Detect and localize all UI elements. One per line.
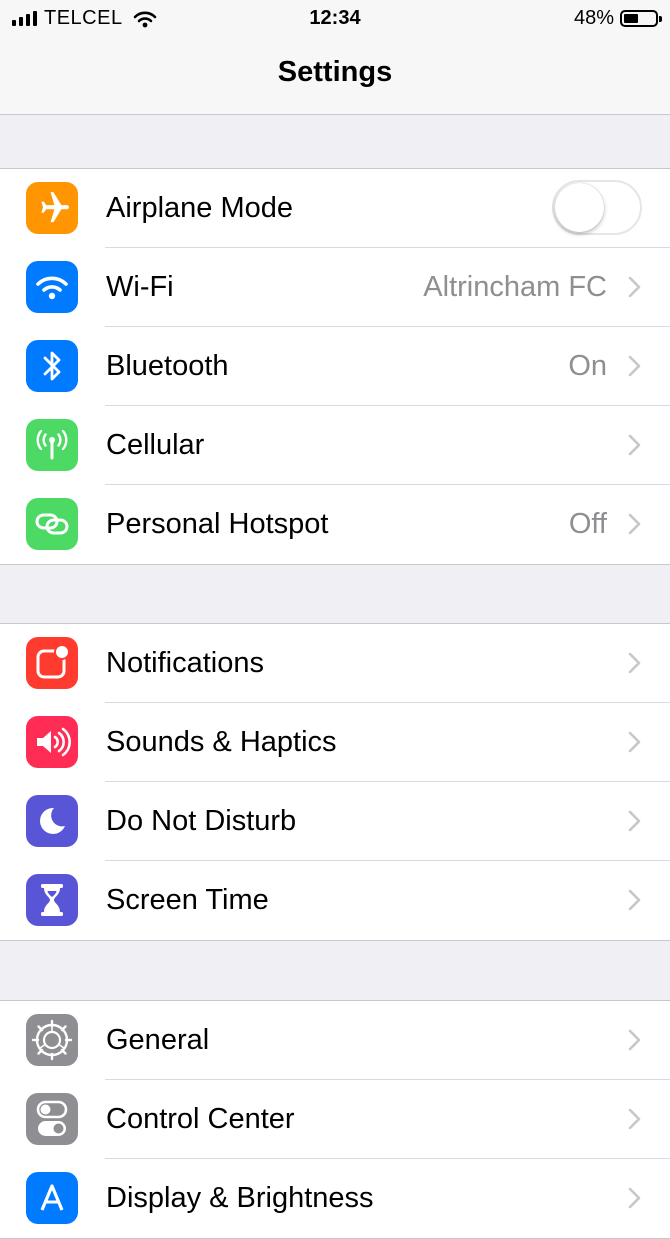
settings-row-general[interactable]: General	[0, 1001, 670, 1080]
switches-icon	[26, 1093, 78, 1145]
text-size-icon	[26, 1172, 78, 1224]
settings-row-display-and-brightness[interactable]: Display & Brightness	[0, 1159, 670, 1238]
row-label: Wi-Fi	[106, 271, 174, 303]
chevron-right-icon	[628, 889, 642, 916]
gear-icon	[26, 1014, 78, 1066]
row-value: Altrincham FC	[423, 271, 607, 303]
battery-percentage: 48%	[573, 7, 614, 29]
settings-row-control-center[interactable]: Control Center	[0, 1080, 670, 1159]
chevron-right-icon	[628, 434, 642, 461]
row-label: Notifications	[106, 647, 264, 679]
settings-group-1: Airplane Mode Wi-Fi Altrincham FC Bluetooth…	[0, 168, 670, 565]
speaker-icon	[26, 716, 78, 768]
row-label: General	[106, 1024, 210, 1056]
chevron-right-icon	[628, 513, 642, 540]
row-label: Sounds & Haptics	[106, 726, 337, 758]
row-label: Personal Hotspot	[106, 508, 329, 540]
settings-group-2: Notifications Sounds & Haptics Do Not Dist…	[0, 623, 670, 941]
page-title: Settings	[277, 56, 393, 88]
hourglass-icon	[26, 874, 78, 926]
chevron-right-icon	[628, 652, 642, 679]
settings-row-airplane-mode[interactable]: Airplane Mode	[0, 169, 670, 248]
row-label: Airplane Mode	[106, 192, 293, 224]
settings-row-cellular[interactable]: Cellular	[0, 406, 670, 485]
row-label: Display & Brightness	[106, 1182, 374, 1214]
chevron-right-icon	[628, 276, 642, 303]
hotspot-link-icon	[26, 498, 78, 550]
status-bar: TELCEL 12:34 48%	[0, 0, 670, 38]
row-label: Do Not Disturb	[106, 805, 297, 837]
chevron-right-icon	[628, 810, 642, 837]
settings-row-sounds-and-haptics[interactable]: Sounds & Haptics	[0, 703, 670, 782]
status-time: 12:34	[309, 7, 361, 29]
settings-row-wi-fi[interactable]: Wi-Fi Altrincham FC	[0, 248, 670, 327]
settings-group-3: General Control Center Display & Brightnes…	[0, 1000, 670, 1239]
toggle-knob	[555, 183, 604, 232]
chevron-right-icon	[628, 1029, 642, 1056]
notification-badge-icon	[26, 637, 78, 689]
wifi-icon	[26, 261, 78, 313]
row-label: Cellular	[106, 429, 205, 461]
chevron-right-icon	[628, 1187, 642, 1214]
row-label: Bluetooth	[106, 350, 229, 382]
settings-row-bluetooth[interactable]: Bluetooth On	[0, 327, 670, 406]
bluetooth-icon	[26, 340, 78, 392]
moon-icon	[26, 795, 78, 847]
settings-row-do-not-disturb[interactable]: Do Not Disturb	[0, 782, 670, 861]
chevron-right-icon	[628, 731, 642, 758]
settings-row-personal-hotspot[interactable]: Personal Hotspot Off	[0, 485, 670, 564]
settings-row-screen-time[interactable]: Screen Time	[0, 861, 670, 940]
airplane-icon	[26, 182, 78, 234]
row-value: On	[568, 350, 607, 382]
row-label: Screen Time	[106, 884, 269, 916]
antenna-icon	[26, 419, 78, 471]
navigation-header: TELCEL 12:34 48% Settings	[0, 0, 670, 115]
row-value: Off	[568, 508, 607, 540]
chevron-right-icon	[628, 1108, 642, 1135]
battery-icon	[620, 10, 662, 27]
airplane-mode-toggle[interactable]	[552, 180, 642, 235]
chevron-right-icon	[628, 355, 642, 382]
settings-row-notifications[interactable]: Notifications	[0, 624, 670, 703]
row-label: Control Center	[106, 1103, 295, 1135]
